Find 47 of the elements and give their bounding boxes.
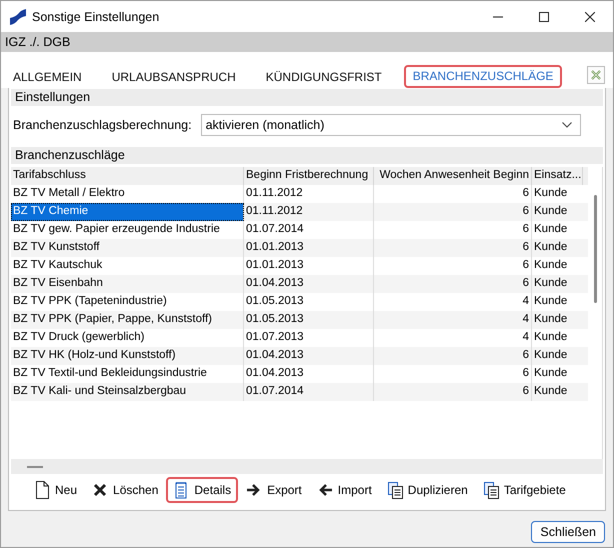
table-cell: 01.07.2014 [244, 383, 374, 401]
table-cell-text: Kunde [533, 294, 568, 309]
close-icon [591, 70, 601, 80]
documents-icon [386, 481, 403, 499]
scrollbar-thumb[interactable] [27, 466, 43, 468]
toolbar-button[interactable]: Tarifgebiete [476, 477, 573, 503]
section-heading: Einstellungen [11, 89, 603, 106]
tab[interactable]: KÜNDIGUNGSFRIST [258, 67, 390, 88]
toolbar-button[interactable]: Neu [27, 477, 84, 503]
maximize-icon [539, 12, 549, 22]
table-cell: BZ TV Kali- und Steinsalzbergbau [11, 383, 244, 401]
close-tab-button[interactable] [587, 66, 605, 84]
notepad-icon [173, 481, 190, 499]
table-cell-text: Kunde [533, 186, 568, 201]
close-button[interactable]: Schließen [531, 521, 605, 543]
dropdown-field[interactable]: aktivieren (monatlich) [200, 114, 581, 136]
table-cell: 6 [374, 383, 532, 401]
toolbar-button[interactable]: Details [166, 477, 238, 503]
toolbar-button[interactable]: Duplizieren [380, 477, 475, 503]
table-cell-text: Kunde [533, 222, 568, 237]
table-cell-text: Kunde [533, 312, 568, 327]
tab[interactable]: BRANCHENZUSCHLÄGE [404, 65, 562, 88]
table-cell: BZ TV Chemie [11, 203, 244, 221]
x-icon [92, 481, 108, 499]
table-cell-text: Kunde [533, 204, 568, 219]
table-cell-text: Kunde [533, 258, 568, 273]
chevron-down-icon [562, 122, 572, 128]
toolbar-button[interactable]: Löschen [85, 477, 166, 503]
tab[interactable]: URLAUBSANSPRUCH [104, 67, 244, 88]
app-logo-icon [10, 8, 26, 24]
table-cell-text: Kunde [533, 240, 568, 255]
tab[interactable]: ALLGEMEIN [5, 67, 90, 88]
window-title: Sonstige Einstellungen [32, 10, 160, 24]
subtitle-text: IGZ ./. DGB [1, 32, 613, 52]
close-icon [585, 12, 595, 22]
table-cell-text: Kunde [533, 348, 568, 363]
documents-icon [482, 481, 499, 499]
field-label: Branchenzuschlagsberechnung: [13, 118, 192, 132]
section-heading: Branchenzuschläge [11, 147, 603, 164]
table-cell-text: Kunde [533, 384, 568, 399]
scrollbar-thumb[interactable] [594, 195, 596, 303]
toolbar-button[interactable]: Import [310, 477, 379, 503]
table-cell-text: Kunde [533, 366, 568, 381]
toolbar-button[interactable]: Export [239, 477, 309, 503]
table-cell-text: Kunde [533, 330, 568, 345]
page-icon [34, 481, 50, 499]
table-cell-text: Kunde [533, 276, 568, 291]
